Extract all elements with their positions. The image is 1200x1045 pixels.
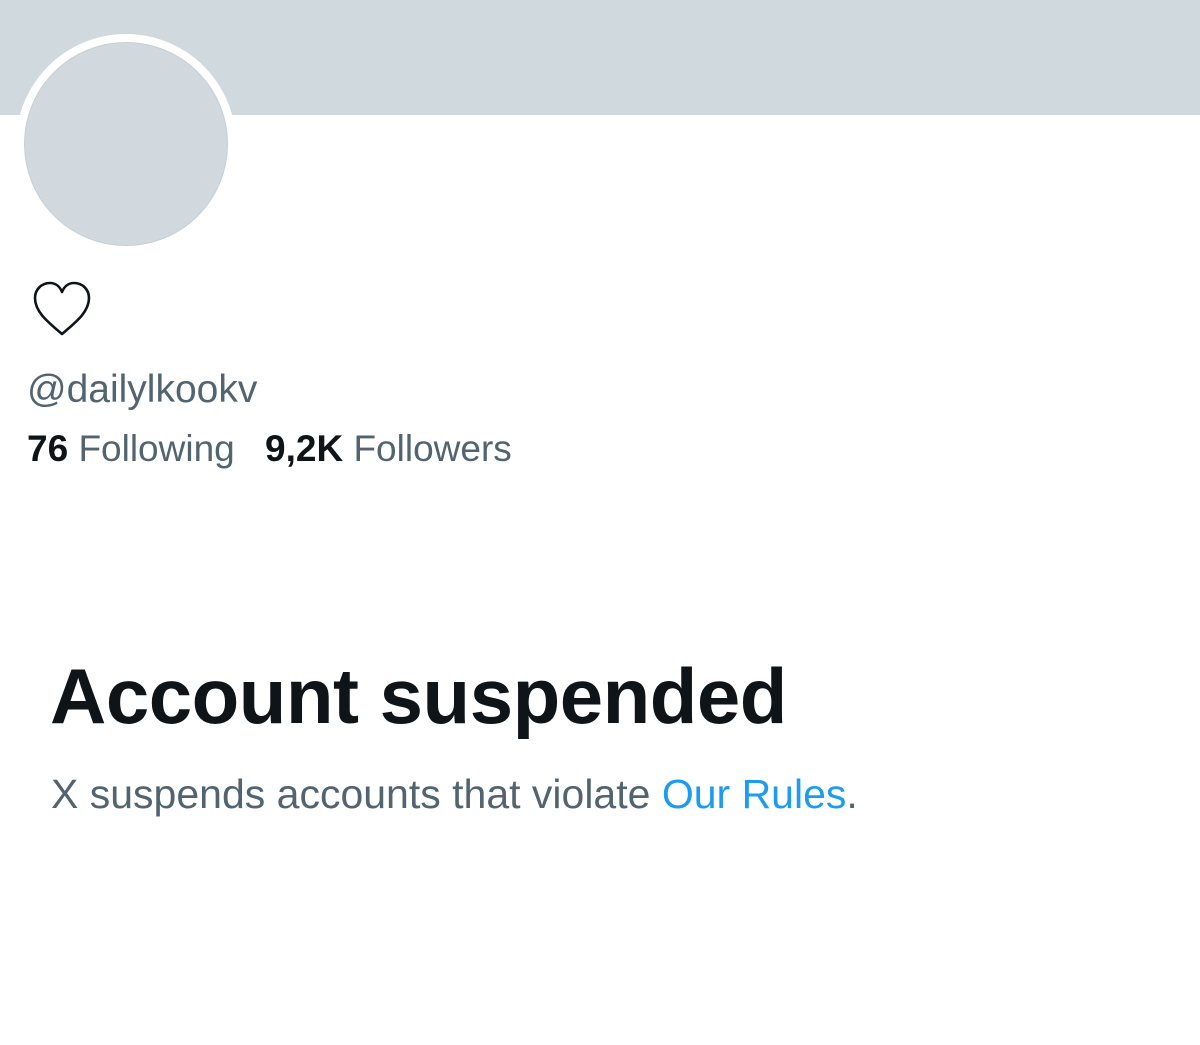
following-count: 76 <box>27 428 69 469</box>
following-stat[interactable]: 76 Following <box>27 426 235 472</box>
profile-stats: 76 Following 9,2K Followers <box>27 426 512 472</box>
profile-handle: @dailylkookv <box>27 368 258 411</box>
account-suspended-title: Account suspended <box>50 652 787 740</box>
suspension-message-prefix: X suspends accounts that violate <box>51 771 662 817</box>
following-label: Following <box>78 428 235 469</box>
avatar[interactable] <box>16 34 236 254</box>
followers-stat[interactable]: 9,2K Followers <box>265 426 512 472</box>
default-avatar-placeholder <box>24 42 228 246</box>
heart-outline-icon <box>33 281 91 336</box>
suspension-message: X suspends accounts that violate Our Rul… <box>51 768 858 820</box>
display-name-heart-icon <box>30 278 94 342</box>
followers-count: 9,2K <box>265 428 344 469</box>
followers-label: Followers <box>353 428 512 469</box>
suspension-message-suffix: . <box>846 771 858 817</box>
profile-page: @dailylkookv 76 Following 9,2K Followers… <box>0 0 1200 1045</box>
our-rules-link[interactable]: Our Rules <box>662 771 847 817</box>
